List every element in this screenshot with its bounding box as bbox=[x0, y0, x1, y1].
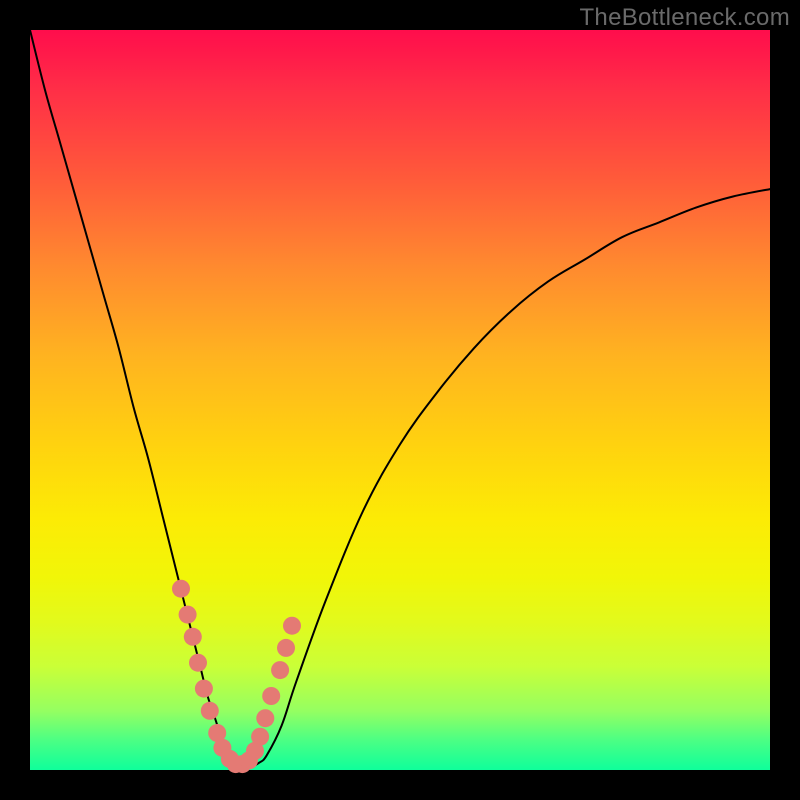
chart-svg bbox=[30, 30, 770, 770]
highlight-point bbox=[172, 580, 190, 598]
bottleneck-curve-line bbox=[30, 30, 770, 767]
chart-frame: TheBottleneck.com bbox=[0, 0, 800, 800]
attribution-text: TheBottleneck.com bbox=[579, 4, 790, 32]
highlight-point bbox=[195, 680, 213, 698]
highlight-point bbox=[179, 606, 197, 624]
highlighted-points-group bbox=[172, 580, 301, 773]
highlight-point bbox=[184, 628, 202, 646]
highlight-point bbox=[277, 639, 295, 657]
highlight-point bbox=[262, 687, 280, 705]
highlight-point bbox=[271, 661, 289, 679]
highlight-point bbox=[283, 617, 301, 635]
highlight-point bbox=[201, 702, 219, 720]
highlight-point bbox=[189, 654, 207, 672]
highlight-point bbox=[251, 728, 269, 746]
plot-area bbox=[30, 30, 770, 770]
highlight-point bbox=[256, 709, 274, 727]
